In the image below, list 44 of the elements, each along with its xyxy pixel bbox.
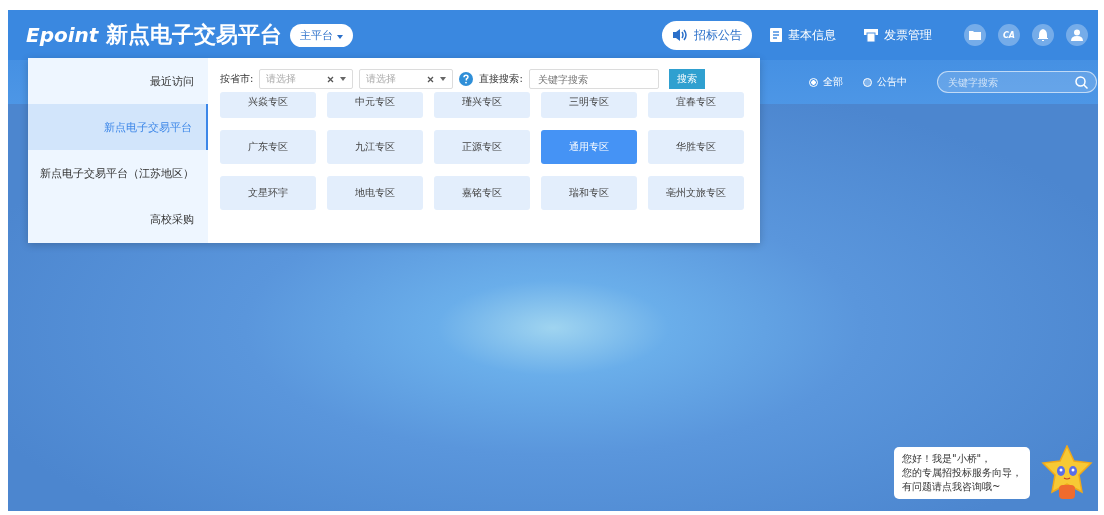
search-label: 直接搜索: (479, 72, 523, 86)
zone-button[interactable]: 中元专区 (327, 92, 423, 118)
logo-text: Epoint (26, 23, 99, 47)
search-field[interactable]: 关键字搜索 (937, 71, 1097, 93)
nav-tab[interactable]: 基本信息 (760, 20, 846, 50)
platform-dropdown[interactable]: 主平台 (290, 23, 353, 47)
nav-tab[interactable]: 招标公告 (662, 20, 752, 50)
sidebar-item[interactable]: 最近访问 (28, 58, 208, 104)
bell-icon[interactable] (1032, 24, 1054, 46)
zone-button[interactable]: 正源专区 (434, 130, 530, 164)
caret-icon (440, 77, 447, 81)
zone-button[interactable]: 宜春专区 (648, 92, 744, 118)
clear-icon[interactable] (327, 75, 335, 83)
folder-icon[interactable] (964, 24, 986, 46)
user-icon[interactable] (1066, 24, 1088, 46)
zone-button[interactable]: 华胜专区 (648, 130, 744, 164)
radio-button[interactable] (863, 77, 872, 87)
zone-button[interactable]: 地电专区 (327, 176, 423, 210)
keyword-input[interactable]: 关键字搜索 (528, 69, 659, 89)
zone-button[interactable]: 文星环宇 (220, 176, 316, 210)
radio-button[interactable] (809, 77, 818, 87)
assistant-message[interactable]: 您好！我是"小桥"， 您的专属招投标服务向导， 有问题请点我咨询哦~ (894, 447, 1030, 499)
sidebar-item[interactable]: 新点电子交易平台（江苏地区） (28, 150, 208, 196)
zone-button[interactable]: 嘉铭专区 (434, 176, 530, 210)
platform-title: 新点电子交易平台 (106, 21, 283, 49)
star-mascot-drawing[interactable] (1040, 445, 1094, 501)
caret-icon (336, 34, 343, 39)
zone-button[interactable]: 广东专区 (220, 130, 316, 164)
caret-icon (340, 77, 347, 81)
sidebar-item[interactable]: 高校采购 (28, 196, 208, 242)
document-icon (770, 28, 782, 42)
zone-button[interactable]: 兴焱专区 (220, 92, 316, 118)
province-label: 按省市: (220, 72, 254, 86)
nav-tab[interactable]: 发票管理 (854, 20, 942, 50)
zone-button[interactable]: 三明专区 (541, 92, 637, 118)
zone-button[interactable]: 亳州文旅专区 (648, 176, 744, 210)
speaker-icon (672, 28, 688, 42)
search-icon (1075, 75, 1088, 89)
zone-button[interactable]: 九江专区 (327, 130, 423, 164)
help-icon (459, 72, 474, 86)
zone-button[interactable]: 瑞和专区 (541, 176, 637, 210)
printer-icon (864, 28, 878, 42)
clear-icon[interactable] (427, 75, 435, 83)
zone-button[interactable]: 瑾兴专区 (434, 92, 530, 118)
